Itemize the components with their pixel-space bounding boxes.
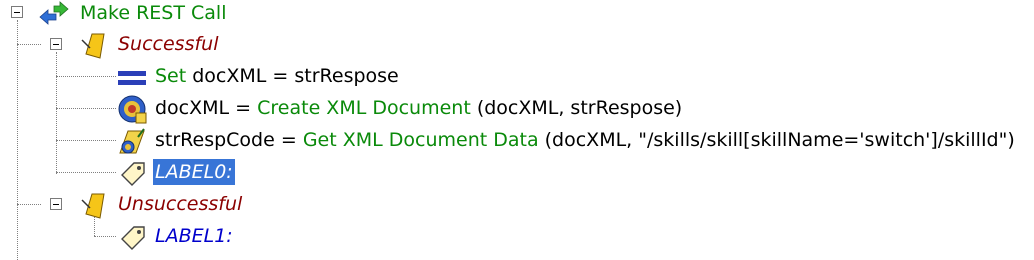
set-expression: docXML = strRespose	[192, 65, 399, 87]
collapse-toggle[interactable]	[11, 6, 23, 18]
tree-connector	[56, 108, 116, 109]
label-tag-icon	[116, 221, 148, 253]
set-statement[interactable]: Set docXML = strRespose	[155, 63, 399, 89]
collapse-toggle[interactable]	[50, 198, 62, 210]
get-args: (docXML, "/skills/skill[skillName='switc…	[544, 129, 1015, 151]
xml-document-icon	[116, 93, 148, 125]
tree-connector	[56, 172, 116, 173]
set-equals-icon	[116, 62, 148, 94]
tree-connector	[56, 76, 116, 77]
create-prefix: docXML =	[155, 97, 258, 119]
successful-branch[interactable]: Successful	[118, 31, 219, 57]
tree-connector	[17, 20, 18, 260]
get-xml-function: Get XML Document Data	[302, 129, 539, 151]
tree-connector	[17, 204, 41, 205]
tree-connector	[56, 140, 116, 141]
branch-tag-icon	[78, 190, 110, 222]
rest-call-icon	[38, 0, 70, 32]
label0-node[interactable]: LABEL0:	[153, 159, 235, 185]
collapse-toggle[interactable]	[50, 38, 62, 50]
tree-connector	[17, 44, 41, 45]
get-prefix: strRespCode =	[155, 129, 303, 151]
tree-connector	[56, 52, 57, 174]
branch-tag-icon	[78, 30, 110, 62]
unsuccessful-branch[interactable]: Unsuccessful	[118, 191, 242, 217]
set-keyword: Set	[155, 65, 187, 87]
create-xml-function: Create XML Document	[257, 97, 471, 119]
get-xml-statement[interactable]: strRespCode = Get XML Document Data (doc…	[155, 127, 1015, 153]
label1-node[interactable]: LABEL1:	[155, 223, 233, 249]
tree-connector	[94, 236, 116, 237]
create-xml-statement[interactable]: docXML = Create XML Document (docXML, st…	[155, 95, 682, 121]
xml-data-icon	[116, 125, 148, 157]
create-args: (docXML, strRespose)	[476, 97, 683, 119]
make-rest-call-node[interactable]: Make REST Call	[80, 0, 226, 26]
label-tag-icon	[116, 157, 148, 189]
